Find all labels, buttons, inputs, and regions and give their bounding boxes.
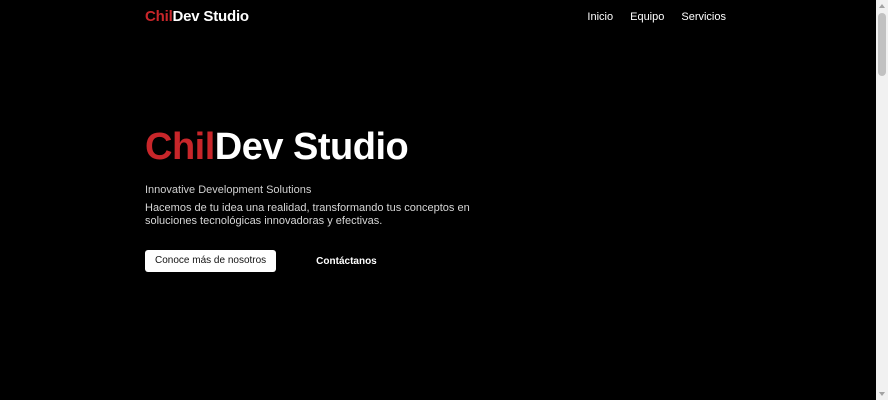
nav-link-equipo[interactable]: Equipo	[630, 11, 664, 23]
hero-title-accent: Chil	[145, 126, 215, 168]
page: ChilDev Studio Inicio Equipo Servicios C…	[0, 0, 888, 400]
scrollbar-thumb[interactable]	[878, 13, 886, 76]
learn-more-button[interactable]: Conoce más de nosotros	[145, 250, 277, 272]
nav-link-inicio[interactable]: Inicio	[587, 11, 613, 23]
hero-actions: Conoce más de nosotros Contáctanos	[145, 250, 377, 272]
hero-title: ChilDev Studio	[145, 125, 545, 169]
hero-subtitle: Innovative Development Solutions	[145, 184, 312, 196]
hero-description: Hacemos de tu idea una realidad, transfo…	[145, 202, 470, 227]
logo-accent-text: Chil	[145, 8, 173, 25]
logo-rest-text: Dev Studio	[172, 8, 250, 25]
hero-section: ChilDev Studio Innovative Development So…	[145, 125, 545, 228]
nav-menu: Inicio Equipo Servicios	[587, 11, 726, 23]
contact-button[interactable]: Contáctanos	[316, 256, 377, 267]
hero-title-rest: Dev Studio	[214, 126, 409, 168]
logo[interactable]: ChilDev Studio	[145, 8, 249, 25]
scroll-down-icon[interactable]	[876, 388, 888, 400]
vertical-scrollbar[interactable]	[876, 0, 888, 400]
nav-link-servicios[interactable]: Servicios	[681, 11, 726, 23]
scroll-up-icon[interactable]	[876, 0, 888, 12]
navbar: ChilDev Studio Inicio Equipo Servicios	[0, 0, 876, 36]
